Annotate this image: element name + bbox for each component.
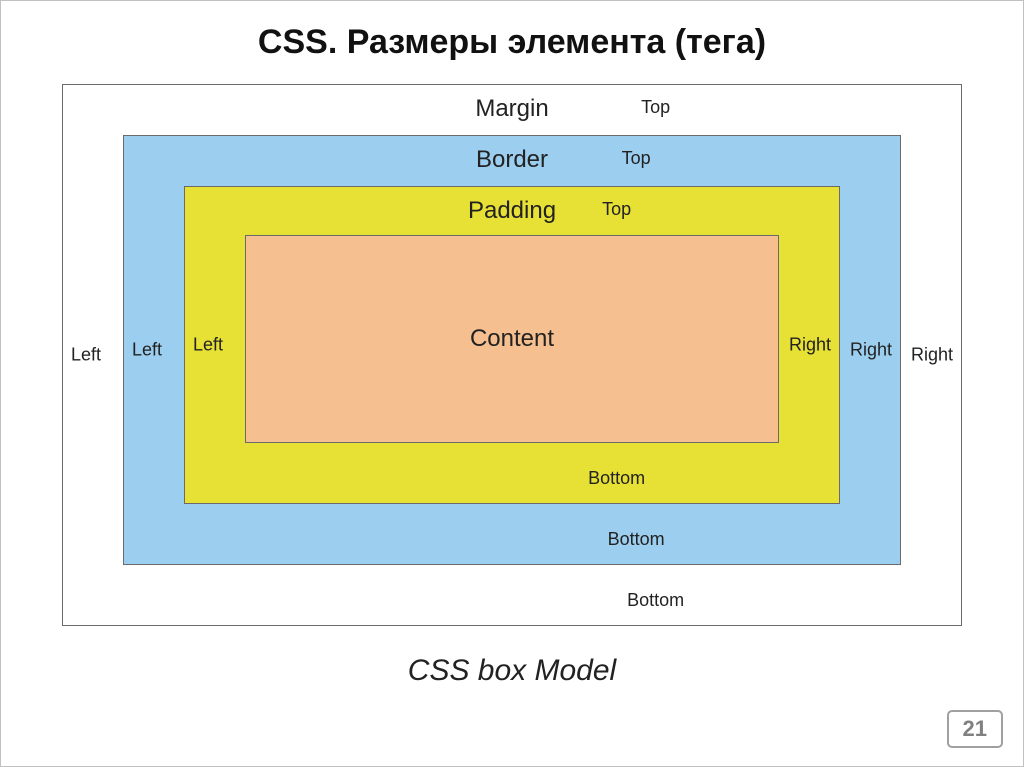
padding-layer: Padding Top Bottom Left Right Content [184, 186, 840, 504]
border-left-label: Left [132, 340, 162, 361]
padding-label: Padding [468, 197, 556, 225]
padding-top-label: Top [602, 199, 631, 220]
border-layer: Border Top Bottom Left Right Padding Top… [123, 135, 901, 565]
border-top-label: Top [622, 148, 651, 169]
margin-right-label: Right [911, 345, 953, 366]
border-label: Border [476, 146, 548, 174]
page-number: 21 [947, 710, 1003, 748]
content-label: Content [470, 325, 554, 353]
padding-bottom-label: Bottom [588, 468, 645, 489]
box-model-diagram: Margin Top Bottom Left Right Border Top … [62, 84, 962, 626]
margin-bottom-label: Bottom [627, 590, 684, 611]
margin-layer: Margin Top Bottom Left Right Border Top … [63, 85, 961, 625]
margin-top-label: Top [641, 97, 670, 118]
border-bottom-label: Bottom [608, 529, 665, 550]
slide-caption: CSS box Model [1, 654, 1023, 688]
margin-label: Margin [475, 95, 548, 123]
padding-left-label: Left [193, 335, 223, 356]
border-right-label: Right [850, 340, 892, 361]
padding-right-label: Right [789, 335, 831, 356]
margin-left-label: Left [71, 345, 101, 366]
content-layer: Content [245, 235, 779, 443]
slide-title: CSS. Размеры элемента (тега) [1, 1, 1023, 70]
